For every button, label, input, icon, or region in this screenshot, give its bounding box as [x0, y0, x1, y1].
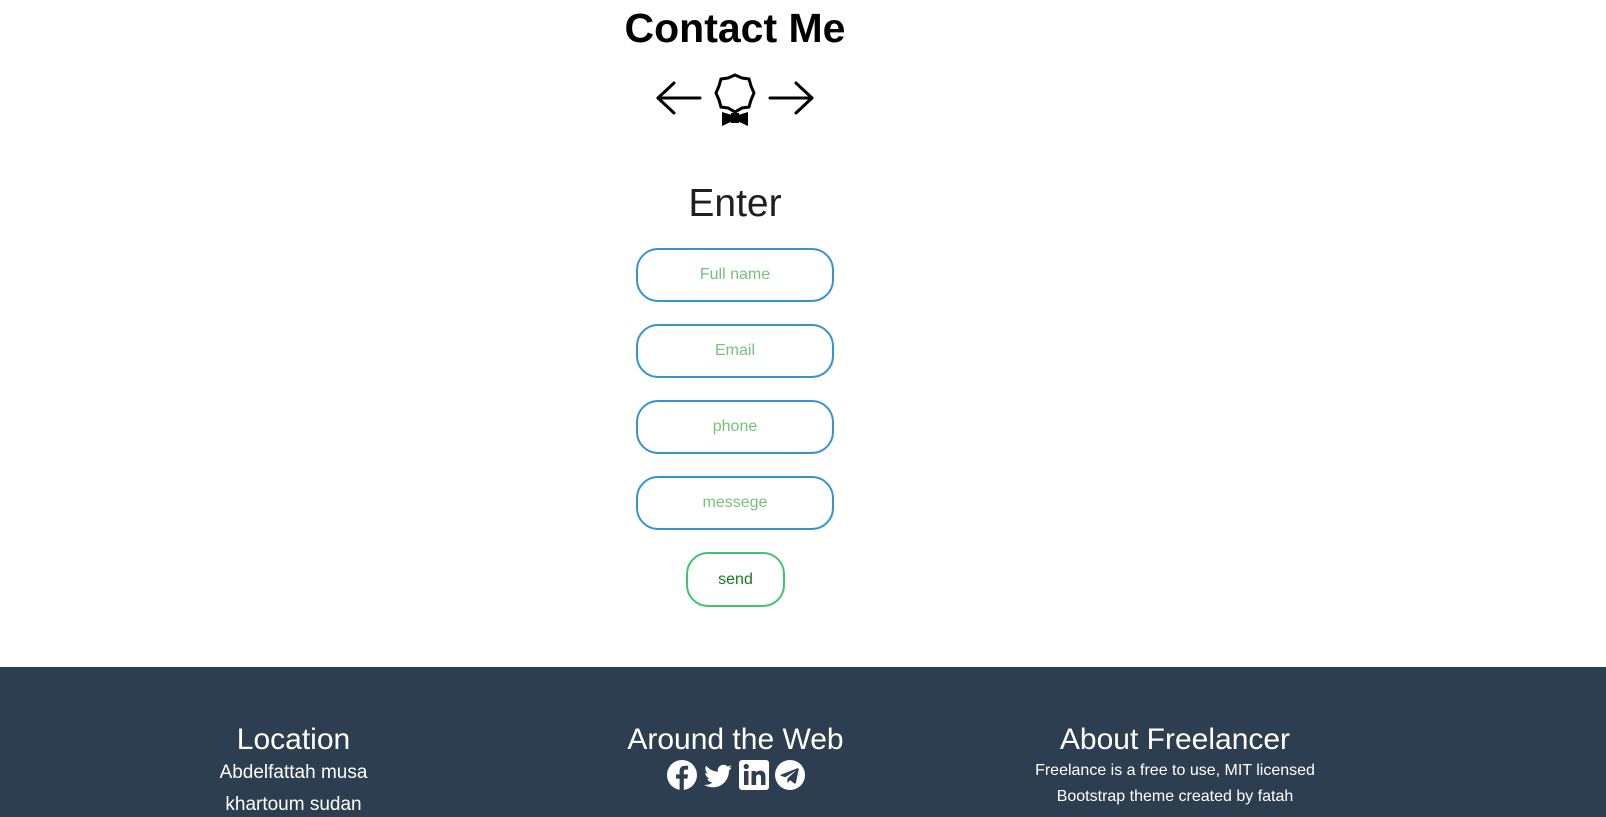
social-heading: Around the Web [627, 723, 844, 756]
social-links [578, 759, 893, 791]
twitter-icon[interactable] [702, 759, 734, 791]
about-text-line2: Bootstrap theme created by fatah [1056, 788, 1294, 805]
page: Contact Me Enter Full name Email phone m… [0, 0, 1606, 817]
about-heading: About Freelancer [1059, 723, 1291, 756]
about-text-line1: Freelance is a free to use, MIT licensed [1035, 762, 1315, 779]
telegram-icon[interactable] [774, 759, 806, 791]
facebook-icon[interactable] [666, 759, 698, 791]
award-icon [714, 73, 756, 126]
arrow-left-icon [656, 81, 702, 115]
location-city: khartoum sudan [225, 794, 362, 815]
phone-input[interactable] [636, 400, 834, 454]
heading-divider [650, 70, 820, 126]
location-heading: Location [236, 723, 351, 756]
contact-section: Contact Me Enter Full name Email phone m… [0, 0, 1470, 667]
send-button[interactable]: send [686, 552, 785, 607]
email-input[interactable] [636, 324, 834, 378]
location-name: Abdelfattah musa [219, 762, 368, 783]
site-footer: Location Abdelfattah musa khartoum sudan… [0, 667, 1606, 817]
page-title: Contact Me [624, 5, 846, 51]
arrow-right-icon [768, 81, 814, 115]
form-heading: Enter [688, 182, 782, 225]
linkedin-icon[interactable] [738, 759, 770, 791]
full-name-input[interactable] [636, 248, 834, 302]
message-input[interactable] [636, 476, 834, 530]
